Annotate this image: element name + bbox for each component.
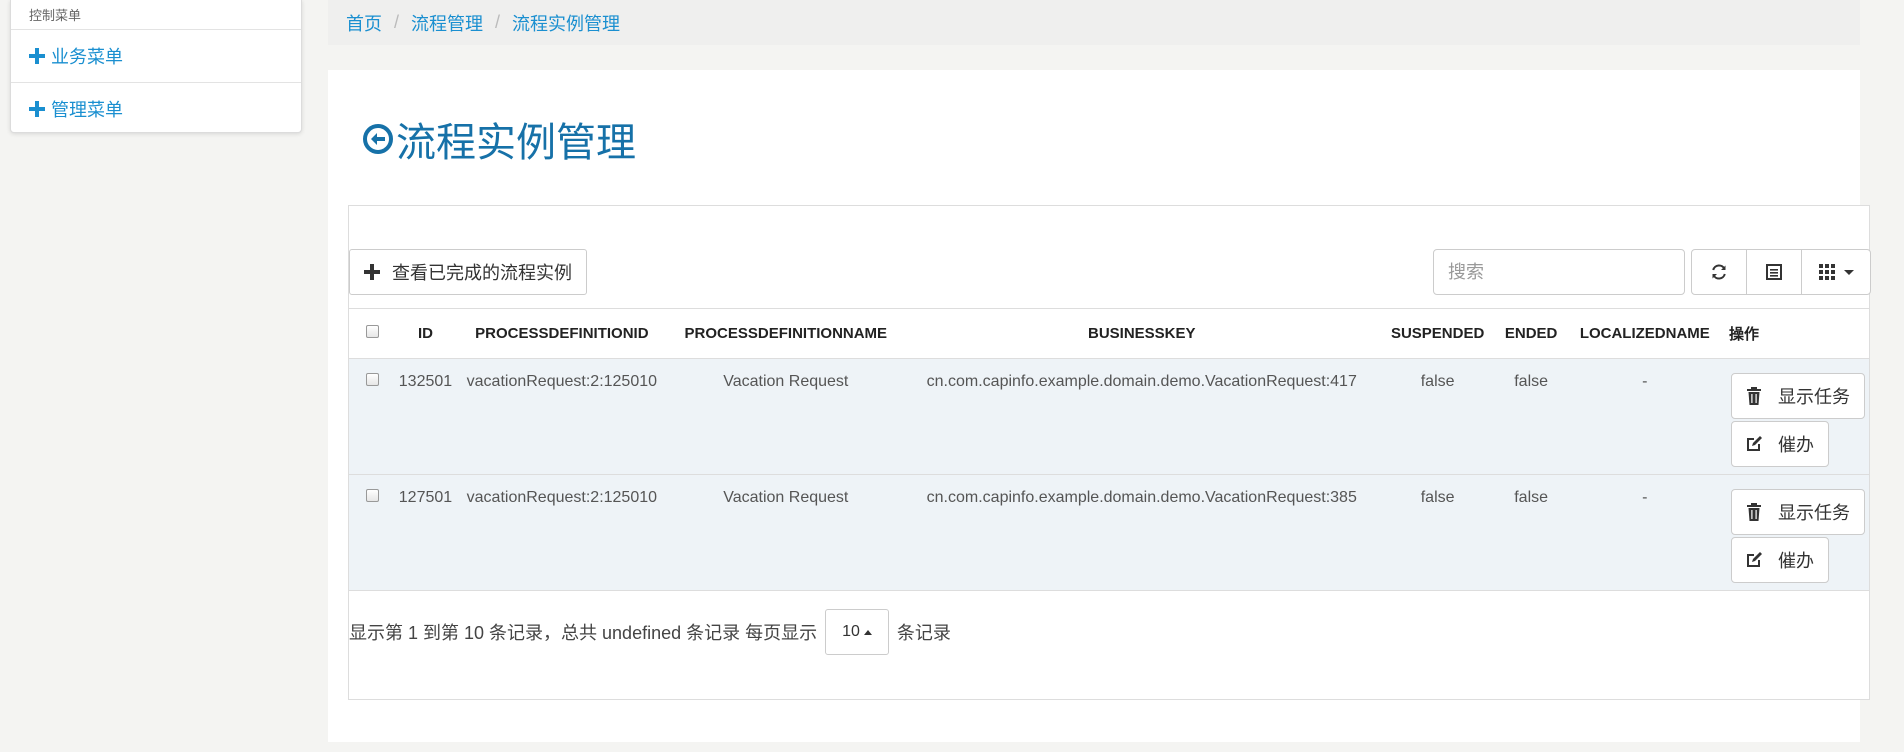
cell-actions: 显示任务 催办 bbox=[1723, 358, 1869, 475]
cell-businesskey: cn.com.capinfo.example.domain.demo.Vacat… bbox=[903, 358, 1380, 475]
row-checkbox-cell bbox=[349, 474, 395, 591]
breadcrumb-separator: / bbox=[495, 12, 501, 32]
cell-processdefinitionid: vacationRequest:2:125010 bbox=[455, 474, 668, 591]
view-completed-label: 查看已完成的流程实例 bbox=[392, 263, 572, 283]
table-header-row: ID PROCESSDEFINITIONID PROCESSDEFINITION… bbox=[349, 308, 1869, 359]
column-header-localizedname[interactable]: LOCALIZEDNAME bbox=[1566, 308, 1723, 359]
column-header-processdefinitionid[interactable]: PROCESSDEFINITIONID bbox=[455, 308, 668, 359]
cell-ended: false bbox=[1495, 358, 1567, 475]
breadcrumb-process-instance-management[interactable]: 流程实例管理 bbox=[512, 10, 620, 36]
sidebar-item-label: 管理菜单 bbox=[51, 99, 123, 120]
breadcrumb-separator: / bbox=[394, 12, 400, 32]
breadcrumb: 首页 / 流程管理 / 流程实例管理 bbox=[328, 0, 1860, 45]
sidebar-header: 控制菜单 bbox=[11, 0, 301, 30]
chevron-down-icon bbox=[1844, 269, 1854, 275]
column-header-ended[interactable]: ENDED bbox=[1495, 308, 1567, 359]
show-tasks-button[interactable]: 显示任务 bbox=[1731, 373, 1865, 419]
show-tasks-label: 显示任务 bbox=[1778, 503, 1850, 523]
table-row: 127501 vacationRequest:2:125010 Vacation… bbox=[349, 474, 1869, 591]
page-size-dropdown[interactable]: 10 bbox=[825, 609, 889, 655]
cell-suspended: false bbox=[1379, 474, 1496, 591]
page-title: 流程实例管理 bbox=[362, 110, 636, 168]
view-completed-instances-button[interactable]: 查看已完成的流程实例 bbox=[349, 249, 587, 295]
column-header-businesskey[interactable]: BUSINESSKEY bbox=[903, 308, 1380, 359]
pagination-suffix: 条记录 bbox=[896, 623, 951, 643]
plus-icon bbox=[29, 100, 45, 117]
cell-id: 127501 bbox=[395, 474, 456, 591]
select-all-checkbox-cell bbox=[349, 308, 395, 359]
trash-icon bbox=[1747, 503, 1761, 521]
cell-ended: false bbox=[1495, 474, 1567, 591]
page-title-text: 流程实例管理 bbox=[396, 121, 636, 165]
cell-localizedname: - bbox=[1566, 474, 1723, 591]
columns-dropdown-button[interactable] bbox=[1801, 249, 1871, 295]
columns-icon bbox=[1819, 264, 1835, 280]
show-tasks-button[interactable]: 显示任务 bbox=[1731, 489, 1865, 535]
column-header-suspended[interactable]: SUSPENDED bbox=[1379, 308, 1496, 359]
column-header-processdefinitionname[interactable]: PROCESSDEFINITIONNAME bbox=[667, 308, 904, 359]
column-header-actions: 操作 bbox=[1723, 308, 1869, 359]
main-panel: 流程实例管理 查看已完成的流程实例 搜索 ID PROCESSDEFINITIO… bbox=[328, 70, 1871, 742]
page-size-value: 10 bbox=[842, 623, 860, 640]
show-tasks-label: 显示任务 bbox=[1778, 387, 1850, 407]
sidebar-item-admin-menu[interactable]: 管理菜单 bbox=[11, 82, 301, 134]
cell-businesskey: cn.com.capinfo.example.domain.demo.Vacat… bbox=[903, 474, 1380, 591]
cell-actions: 显示任务 催办 bbox=[1723, 474, 1869, 591]
urge-button[interactable]: 催办 bbox=[1731, 537, 1829, 583]
sidebar-item-label: 业务菜单 bbox=[51, 47, 123, 67]
process-instance-table: ID PROCESSDEFINITIONID PROCESSDEFINITION… bbox=[349, 308, 1869, 591]
breadcrumb-home[interactable]: 首页 bbox=[346, 10, 382, 36]
row-checkbox-cell bbox=[349, 358, 395, 475]
edit-icon bbox=[1747, 552, 1762, 567]
cell-suspended: false bbox=[1379, 358, 1496, 475]
instance-table-container: 查看已完成的流程实例 搜索 ID PROCESSDEFINITIONID PRO… bbox=[348, 205, 1871, 700]
edit-icon bbox=[1747, 436, 1762, 451]
list-icon bbox=[1766, 264, 1782, 280]
refresh-button[interactable] bbox=[1691, 249, 1747, 295]
caret-up-icon bbox=[863, 629, 872, 635]
cell-processdefinitionname: Vacation Request bbox=[667, 474, 904, 591]
plus-icon bbox=[364, 264, 380, 280]
urge-label: 催办 bbox=[1778, 551, 1814, 571]
trash-icon bbox=[1747, 387, 1761, 405]
pagination-bar: 显示第 1 到第 10 条记录，总共 undefined 条记录 每页显示 10… bbox=[349, 609, 951, 655]
cell-processdefinitionid: vacationRequest:2:125010 bbox=[455, 358, 668, 475]
pagination-summary: 显示第 1 到第 10 条记录，总共 undefined 条记录 每页显示 bbox=[349, 623, 818, 643]
urge-label: 催办 bbox=[1778, 435, 1814, 455]
cell-id: 132501 bbox=[395, 358, 456, 475]
table-toolbar bbox=[1691, 249, 1871, 295]
refresh-icon bbox=[1712, 264, 1726, 280]
select-all-checkbox[interactable] bbox=[365, 325, 379, 338]
breadcrumb-process-management[interactable]: 流程管理 bbox=[411, 10, 483, 36]
circle-arrow-left-icon[interactable] bbox=[362, 123, 394, 155]
cell-processdefinitionname: Vacation Request bbox=[667, 358, 904, 475]
row-checkbox[interactable] bbox=[365, 489, 379, 502]
search-input[interactable] bbox=[1433, 249, 1685, 295]
urge-button[interactable]: 催办 bbox=[1731, 421, 1829, 467]
cell-localizedname: - bbox=[1566, 358, 1723, 475]
sidebar: 控制菜单 业务菜单 管理菜单 bbox=[10, 0, 302, 133]
column-header-id[interactable]: ID bbox=[395, 308, 456, 359]
plus-icon bbox=[29, 48, 45, 64]
table-row: 132501 vacationRequest:2:125010 Vacation… bbox=[349, 358, 1869, 475]
row-checkbox[interactable] bbox=[365, 373, 379, 386]
sidebar-item-business-menu[interactable]: 业务菜单 bbox=[11, 30, 301, 82]
toggle-view-button[interactable] bbox=[1746, 249, 1802, 295]
